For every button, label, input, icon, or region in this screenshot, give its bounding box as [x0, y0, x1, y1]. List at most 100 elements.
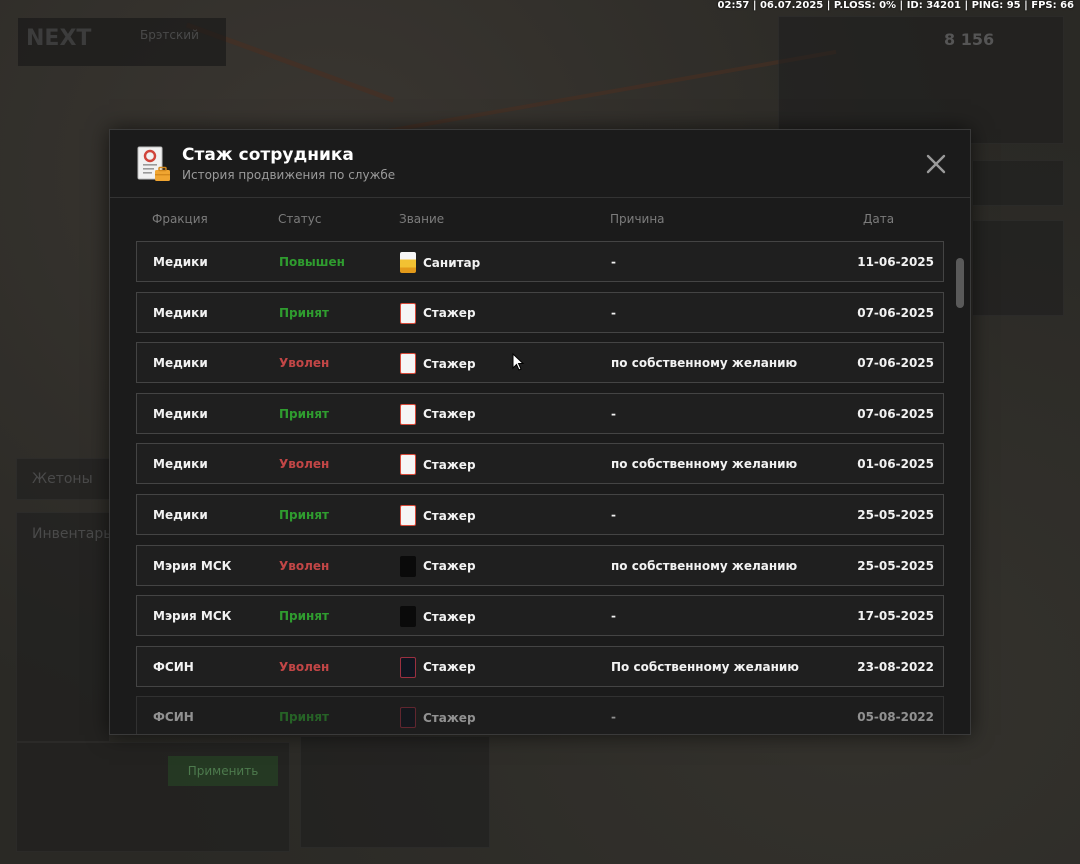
rank-badge-icon: [400, 606, 416, 628]
bg-tokens-label: Жетоны: [32, 471, 93, 487]
cell-faction: Мэрия МСК: [153, 558, 232, 573]
bg-location-text: Брэтский: [140, 28, 199, 42]
rank-badge-icon: [400, 656, 416, 678]
cell-rank: Стажер: [400, 403, 476, 425]
cell-reason: по собственному желанию: [611, 356, 798, 371]
cell-status: Принят: [279, 508, 329, 522]
cell-reason: -: [611, 609, 616, 624]
rank-label: Стажер: [423, 356, 476, 371]
table-row[interactable]: ФСИН Принят Стажер - 05-08-2022: [136, 696, 944, 734]
table-row[interactable]: ФСИН Уволен Стажер По собственному желанию 2…: [136, 645, 944, 687]
cell-date: 07-06-2025: [857, 305, 934, 320]
scrollbar-thumb[interactable]: [956, 258, 964, 308]
cell-faction: Медики: [153, 457, 208, 472]
cell-status: Уволен: [279, 659, 330, 674]
cell-rank: Стажер: [400, 505, 476, 526]
rank-badge-icon: [400, 302, 416, 324]
cell-reason: по собственному желанию: [611, 558, 798, 573]
rank-badge-icon: [400, 454, 416, 476]
bg-money: 8 156: [944, 30, 995, 49]
column-header-status: Статус: [278, 212, 322, 226]
rank-label: Стажер: [423, 407, 476, 422]
cell-reason: -: [611, 255, 616, 269]
cell-status: Уволен: [279, 558, 330, 573]
cell-status: Уволен: [279, 457, 330, 472]
cell-date: 01-06-2025: [857, 457, 934, 472]
cell-reason: -: [611, 710, 616, 725]
bg-inventory-panel: [16, 512, 110, 742]
cell-faction: ФСИН: [153, 659, 194, 674]
cell-rank: Стажер: [400, 606, 476, 628]
table-row[interactable]: Медики Принят Стажер - 07-06-2025: [136, 392, 944, 434]
cell-status: Принят: [279, 406, 329, 421]
bg-logo-text: NEXT: [26, 26, 92, 51]
history-table-body[interactable]: Медики Повышен Санитар - 11-06-2025 Медики При…: [136, 241, 944, 734]
cell-date: 17-05-2025: [857, 609, 934, 624]
bg-server-logo: NEXT Брэтский: [18, 18, 226, 66]
table-row[interactable]: Мэрия МСК Принят Стажер - 17-05-2025: [136, 595, 944, 637]
table-row[interactable]: Медики Принят Стажер - 07-06-2025: [136, 291, 944, 333]
rank-badge-icon: [400, 252, 416, 273]
modal-subtitle: История продвижения по службе: [182, 168, 396, 182]
bg-inventory-label: Инвентарь: [32, 526, 112, 542]
cell-faction: ФСИН: [153, 710, 194, 725]
cell-faction: Мэрия МСК: [153, 609, 232, 624]
cell-rank: Стажер: [400, 302, 476, 324]
table-row[interactable]: Мэрия МСК Уволен Стажер по собственному жел…: [136, 544, 944, 586]
rank-label: Стажер: [423, 660, 476, 675]
cell-faction: Медики: [153, 406, 208, 421]
modal-header: Стаж сотрудника История продвижения по с…: [110, 130, 970, 198]
cell-date: 07-06-2025: [857, 356, 934, 371]
cell-status: Повышен: [279, 255, 345, 269]
rank-badge-icon: [400, 505, 416, 526]
cell-status: Принят: [279, 305, 329, 320]
cell-date: 25-05-2025: [857, 558, 934, 573]
cell-reason: -: [611, 406, 616, 421]
cell-reason: -: [611, 508, 616, 522]
column-header-rank: Звание: [399, 212, 445, 226]
cell-reason: -: [611, 305, 616, 320]
cell-rank: Стажер: [400, 353, 476, 375]
rank-label: Стажер: [423, 710, 476, 725]
cell-reason: По собственному желанию: [611, 659, 799, 674]
cell-faction: Медики: [153, 508, 208, 522]
cell-date: 25-05-2025: [857, 508, 934, 522]
cell-rank: Стажер: [400, 656, 476, 678]
mouse-cursor-icon: [512, 353, 525, 371]
document-briefcase-icon: [137, 146, 170, 181]
column-header-faction: Фракция: [152, 212, 208, 226]
rank-badge-icon: [400, 403, 416, 425]
table-row[interactable]: Медики Повышен Санитар - 11-06-2025: [136, 241, 944, 282]
rank-label: Стажер: [423, 508, 476, 523]
modal-title: Стаж сотрудника: [182, 145, 354, 165]
cell-reason: по собственному желанию: [611, 457, 798, 472]
rank-label: Санитар: [423, 255, 481, 270]
cell-rank: Стажер: [400, 707, 476, 729]
cell-status: Принят: [279, 609, 329, 624]
cell-status: Уволен: [279, 356, 330, 371]
rank-badge-icon: [400, 707, 416, 729]
bg-slots-panel: [972, 220, 1064, 316]
cell-date: 23-08-2022: [857, 659, 934, 674]
cell-rank: Стажер: [400, 454, 476, 476]
cell-rank: Санитар: [400, 252, 480, 273]
table-row[interactable]: Медики Принят Стажер - 25-05-2025: [136, 494, 944, 535]
bg-grid-panel: [300, 736, 490, 848]
cell-faction: Медики: [153, 255, 208, 269]
employee-history-modal: Стаж сотрудника История продвижения по с…: [109, 129, 971, 735]
cell-status: Принят: [279, 710, 329, 725]
cell-rank: Стажер: [400, 555, 476, 577]
table-row[interactable]: Медики Уволен Стажер по собственному желани…: [136, 342, 944, 384]
cell-date: 11-06-2025: [857, 255, 934, 269]
cell-date: 07-06-2025: [857, 406, 934, 421]
scrollbar[interactable]: [956, 256, 964, 726]
close-icon[interactable]: [922, 150, 950, 178]
bg-stats-panel: [778, 16, 1064, 144]
rank-label: Стажер: [423, 457, 476, 472]
rank-badge-icon: [400, 555, 416, 577]
table-row[interactable]: Медики Уволен Стажер по собственному желани…: [136, 443, 944, 485]
cell-faction: Медики: [153, 356, 208, 371]
column-header-date: Дата: [863, 212, 895, 226]
cell-date: 05-08-2022: [857, 710, 934, 725]
rank-label: Стажер: [423, 559, 476, 574]
